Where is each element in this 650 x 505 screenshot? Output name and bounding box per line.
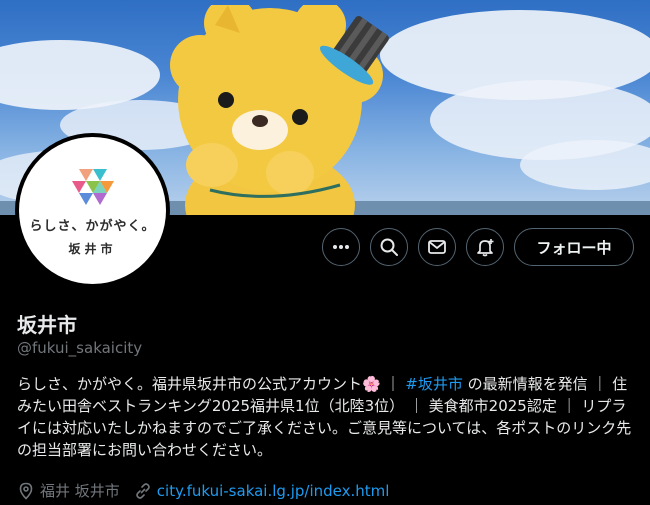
search-button[interactable] (370, 228, 408, 266)
link-icon (135, 482, 150, 499)
more-dots-icon (333, 245, 349, 249)
location-text: 福井 坂井市 (40, 482, 120, 500)
user-handle: @fukui_sakaicity (17, 339, 143, 357)
profile-avatar[interactable]: らしさ、かがやく。 坂井市 (15, 133, 170, 288)
envelope-icon (428, 240, 446, 254)
display-name: 坂井市 (17, 313, 77, 337)
search-icon (380, 238, 398, 256)
profile-meta: 福井 坂井市 city.fukui-sakai.lg.jp/index.html (17, 480, 403, 501)
bell-plus-icon (477, 239, 494, 257)
bio-separator: ｜ (380, 375, 406, 393)
website-link[interactable]: city.fukui-sakai.lg.jp/index.html (157, 482, 390, 500)
location-item: 福井 坂井市 (17, 480, 120, 501)
cherry-blossom-icon: 🌸 (362, 375, 381, 393)
following-button[interactable]: フォロー中 (514, 228, 634, 266)
profile-bio: らしさ、かがやく。福井県坂井市の公式アカウント🌸 ｜ #坂井市 の最新情報を発信… (17, 373, 637, 461)
notify-button[interactable] (466, 228, 504, 266)
location-pin-icon (19, 482, 33, 500)
more-button[interactable] (322, 228, 360, 266)
website-item: city.fukui-sakai.lg.jp/index.html (134, 482, 390, 500)
bio-text: らしさ、かがやく。福井県坂井市の公式アカウント (17, 375, 363, 393)
avatar-city-name: 坂井市 (68, 241, 117, 256)
avatar-tagline: らしさ、かがやく。 (29, 218, 156, 234)
hashtag-link[interactable]: #坂井市 (405, 375, 463, 393)
mascot-image (170, 5, 389, 215)
city-logo-icon (71, 168, 114, 205)
message-button[interactable] (418, 228, 456, 266)
